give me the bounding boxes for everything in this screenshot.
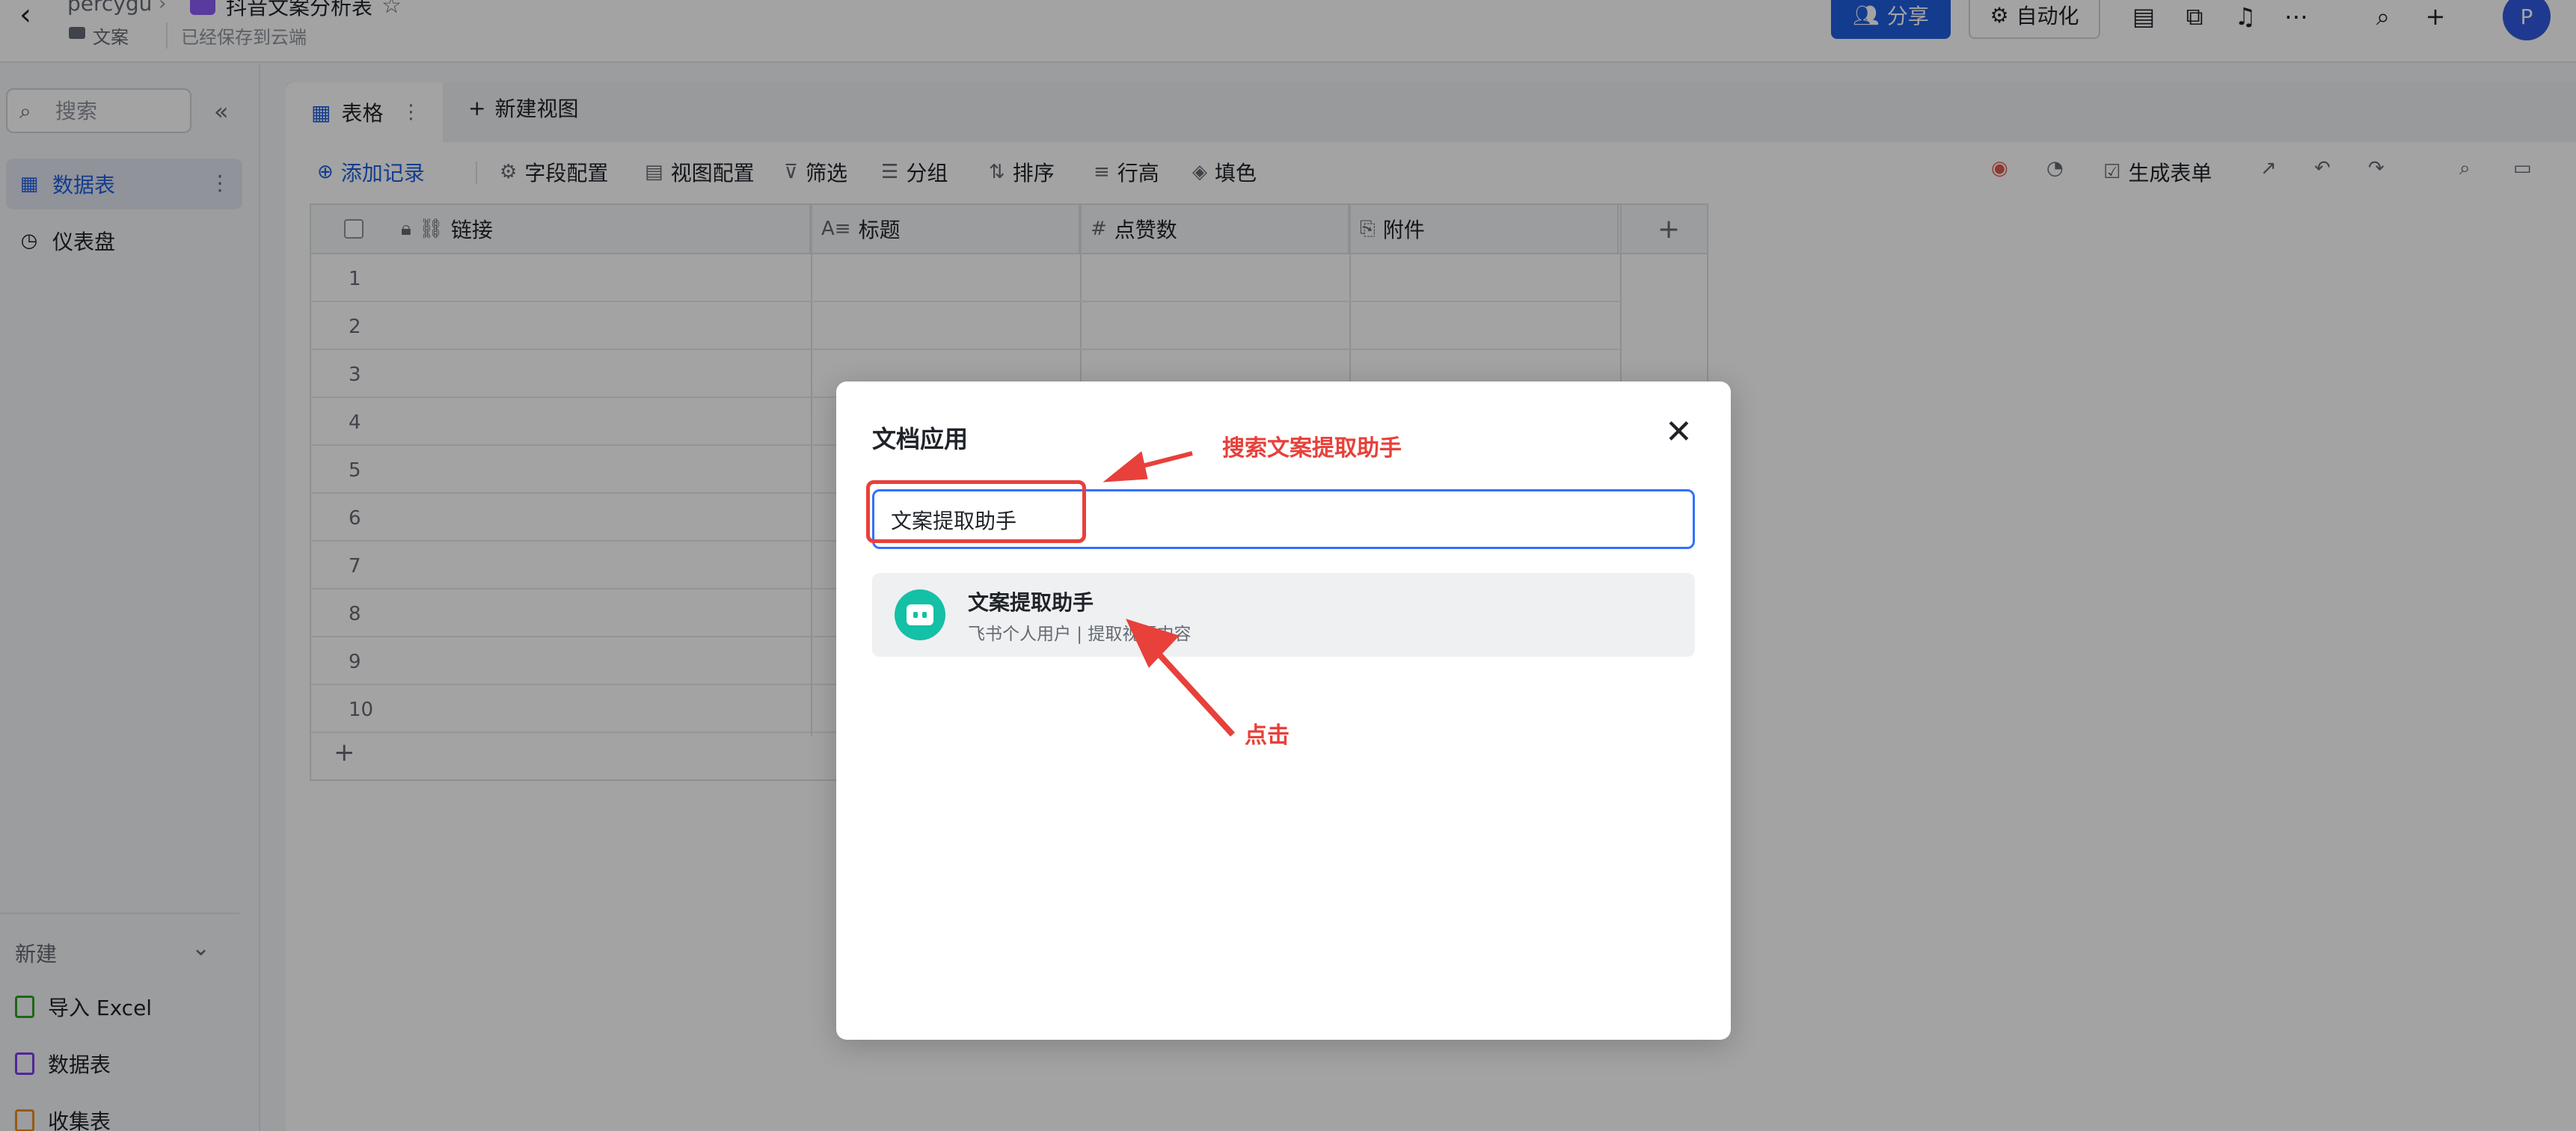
annotation-highlight-box <box>866 480 1086 543</box>
annotation-search-hint: 搜索文案提取助手 <box>1222 435 1402 462</box>
robot-icon <box>895 589 945 640</box>
app-result-item[interactable]: 文案提取助手 飞书个人用户 | 提取视频内容 <box>872 573 1695 657</box>
app-name: 文案提取助手 <box>968 590 1094 615</box>
dialog-title: 文档应用 <box>872 425 969 453</box>
close-icon[interactable]: ✕ <box>1665 416 1693 449</box>
app-description: 飞书个人用户 | 提取视频内容 <box>968 625 1192 644</box>
annotation-click-hint: 点击 <box>1245 723 1289 749</box>
